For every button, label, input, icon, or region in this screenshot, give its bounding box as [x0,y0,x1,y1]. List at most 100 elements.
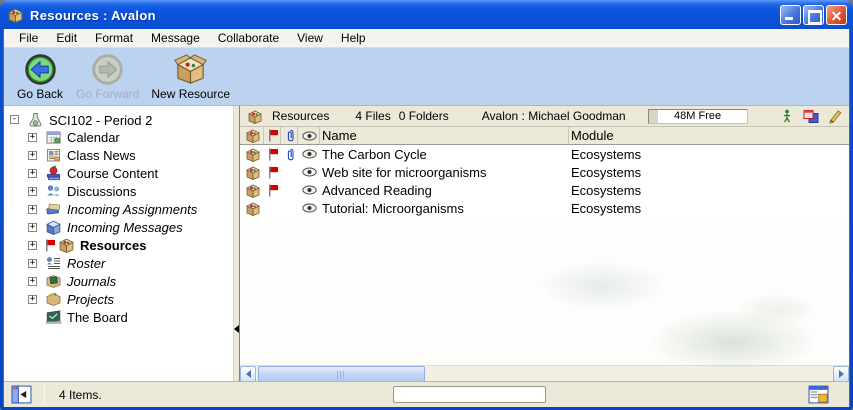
collapse-toggle[interactable]: - [10,115,19,124]
minimize-button[interactable] [780,5,801,25]
menu-file[interactable]: File [10,30,47,47]
resource-box-icon [247,109,263,124]
messages-box-icon [45,219,62,235]
chevron-right-icon [839,370,844,378]
new-resource-button[interactable]: New Resource [147,53,234,101]
sidebar-item-label: Incoming Assignments [67,201,197,217]
sidebar-item-projects[interactable]: + Projects [4,290,233,308]
list-empty-area [240,217,849,365]
sidebar-item-incoming-assignments[interactable]: + Incoming Assignments [4,200,233,218]
column-attachment[interactable] [281,127,298,144]
scroll-right-button[interactable] [833,366,849,382]
eye-icon [302,167,317,177]
sidebar-item-label: The Board [67,309,128,325]
sidebar-item-calendar[interactable]: + Calendar [4,128,233,146]
roster-icon [45,255,62,271]
table-row-tutorial[interactable]: Tutorial: Microorganisms Ecosystems [240,199,849,217]
menu-help[interactable]: Help [332,30,375,47]
sidebar-item-resources[interactable]: + Resources [4,236,233,254]
main-area: - SCI102 - Period 2 + Calenda [4,106,849,381]
chevron-left-icon [246,370,251,378]
menu-message[interactable]: Message [142,30,209,47]
panel-title: Resources [272,109,329,123]
column-viewed[interactable] [298,127,320,144]
server-user: Avalon : Michael Goodman [482,109,626,123]
sidebar-item-the-board[interactable]: The Board [4,308,233,326]
tree-root-label: SCI102 - Period 2 [49,112,152,128]
tree-root-sci102[interactable]: - SCI102 - Period 2 [4,111,233,128]
expand-toggle[interactable]: + [28,151,37,160]
go-forward-icon [91,53,124,86]
scroll-left-button[interactable] [240,366,256,382]
horizontal-scrollbar[interactable] [240,365,849,381]
maximize-button[interactable] [803,5,824,25]
window-title: Resources : Avalon [30,8,774,23]
expand-toggle[interactable]: + [28,259,37,268]
pane-splitter[interactable] [233,106,240,381]
sidebar-item-label: Resources [80,237,146,253]
sidebar-item-discussions[interactable]: + Discussions [4,182,233,200]
pencil-icon[interactable] [827,109,843,124]
column-name[interactable]: Name [320,127,569,144]
expand-toggle[interactable]: + [28,295,37,304]
status-bar: 4 Items. [4,381,849,407]
panel-toggle-icon[interactable] [11,385,32,404]
sidebar-item-journals[interactable]: + Journals [4,272,233,290]
item-module: Ecosystems [569,147,849,162]
item-module: Ecosystems [569,183,849,198]
column-item-icon[interactable] [240,127,264,144]
table-row-advanced-reading[interactable]: Advanced Reading Ecosystems [240,181,849,199]
app-window: Resources : Avalon File Edit Format Mess… [0,0,853,410]
resource-item-icon [245,165,261,180]
expand-toggle[interactable]: + [28,223,37,232]
menu-view[interactable]: View [288,30,332,47]
folders-count: 0 Folders [399,109,449,123]
expand-toggle[interactable]: + [28,205,37,214]
column-module[interactable]: Module [569,127,849,144]
course-tree: - SCI102 - Period 2 + Calenda [4,106,233,381]
sidebar-item-roster[interactable]: + Roster [4,254,233,272]
items-count: 4 Items. [59,388,102,402]
menu-format[interactable]: Format [86,30,142,47]
sidebar-item-incoming-messages[interactable]: + Incoming Messages [4,218,233,236]
sidebar-item-label: Class News [67,147,136,163]
apple-books-icon [45,165,62,181]
projects-icon [45,291,62,307]
table-row-web-site[interactable]: Web site for microorganisms Ecosystems [240,163,849,181]
sidebar-item-course-content[interactable]: + Course Content [4,164,233,182]
column-name-label: Name [322,128,357,143]
close-button[interactable] [826,5,847,25]
table-row-carbon-cycle[interactable]: The Carbon Cycle Ecosystems [240,145,849,163]
scroll-track[interactable] [256,366,833,381]
assignments-icon [45,201,62,217]
window-view-icon[interactable] [808,385,829,404]
expand-toggle[interactable]: + [28,241,37,250]
expand-toggle[interactable]: + [28,277,37,286]
expand-toggle[interactable]: + [28,133,37,142]
sidebar-item-class-news[interactable]: + Class News [4,146,233,164]
person-icon[interactable] [779,109,795,124]
menu-edit[interactable]: Edit [47,30,86,47]
people-icon [45,183,62,199]
list-column-header: Name Module [240,127,849,145]
menu-collaborate[interactable]: Collaborate [209,30,288,47]
column-flag[interactable] [264,127,281,144]
go-back-button[interactable]: Go Back [12,53,68,101]
splitter-collapse-icon[interactable] [234,325,239,333]
news-icon [45,147,62,163]
paperclip-icon [286,148,295,161]
go-back-label: Go Back [17,87,63,101]
expand-toggle[interactable]: + [28,169,37,178]
journals-icon [45,273,62,289]
resource-item-icon [245,183,261,198]
windows-icon[interactable] [803,109,819,124]
expand-toggle[interactable]: + [28,187,37,196]
sidebar-item-label: Projects [67,291,114,307]
go-forward-button[interactable]: Go Forward [72,53,143,101]
resource-item-icon [245,147,261,162]
eye-icon [302,149,317,159]
resource-box-icon [58,237,75,253]
item-name: Web site for microorganisms [320,165,569,180]
background-watermark [530,242,820,367]
scroll-thumb[interactable] [258,366,425,382]
